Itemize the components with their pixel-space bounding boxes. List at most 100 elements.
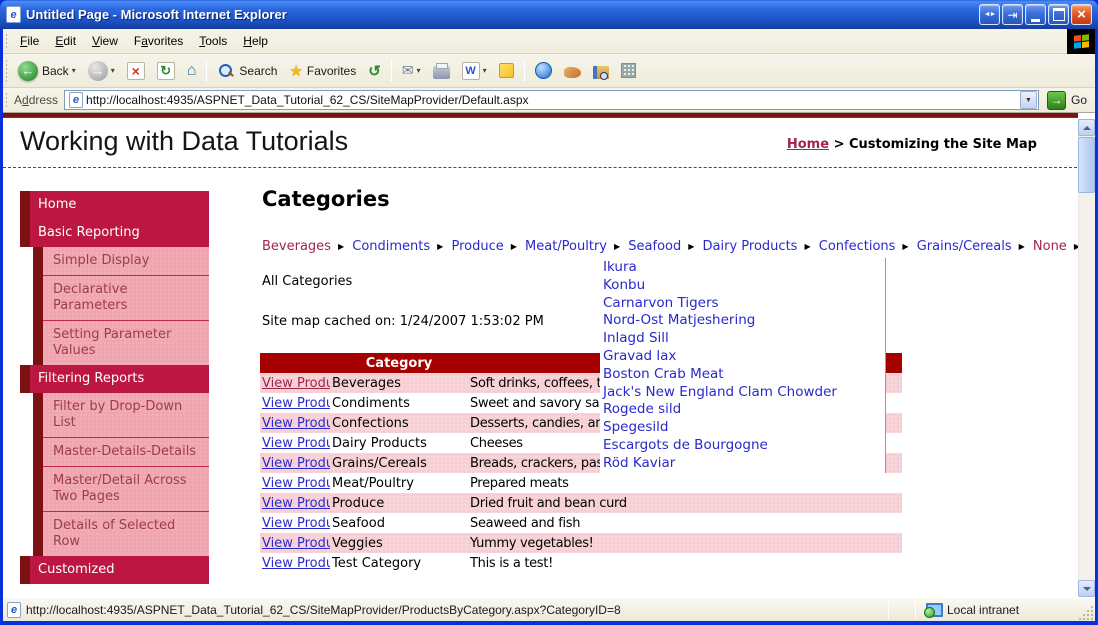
forward-dropdown-icon[interactable]: ▾: [111, 66, 115, 75]
maximize-button[interactable]: [1048, 4, 1069, 25]
minimize-button[interactable]: [1025, 4, 1046, 25]
category-menu-link[interactable]: Seafood: [628, 239, 681, 254]
category-menu-item[interactable]: Beverages: [262, 239, 344, 254]
sidebar-item[interactable]: Simple Display: [33, 247, 209, 275]
scroll-up-button[interactable]: [1078, 119, 1095, 136]
menu-item[interactable]: Edit: [47, 30, 84, 52]
vertical-scrollbar[interactable]: [1078, 119, 1095, 597]
close-button[interactable]: [1071, 4, 1092, 25]
view-products-link[interactable]: View Products: [262, 396, 330, 411]
category-menu-item[interactable]: None: [1033, 239, 1080, 254]
category-menu-link[interactable]: Confections: [819, 239, 896, 254]
messenger-button[interactable]: [530, 59, 557, 82]
category-menu-link[interactable]: Beverages: [262, 239, 331, 254]
scrollbar-thumb[interactable]: [1078, 137, 1095, 193]
print-button[interactable]: [428, 60, 455, 82]
edit-dropdown-icon[interactable]: ▾: [483, 66, 487, 75]
flyout-product-link[interactable]: Boston Crab Meat: [603, 366, 885, 384]
refresh-button[interactable]: [152, 59, 180, 83]
sidebar-item[interactable]: Customized: [20, 556, 209, 584]
menu-item[interactable]: Tools: [191, 30, 235, 52]
flyout-product-link[interactable]: Escargots de Bourgogne: [603, 437, 885, 455]
popout-button[interactable]: [1002, 4, 1023, 25]
view-products-link[interactable]: View Products: [262, 436, 330, 451]
category-menu-link[interactable]: Condiments: [352, 239, 430, 254]
view-products-link[interactable]: View Products: [262, 476, 330, 491]
view-products-link[interactable]: View Products: [262, 496, 330, 511]
stop-button[interactable]: [122, 59, 150, 83]
edit-with-word-button[interactable]: ▾: [457, 59, 492, 83]
research-button[interactable]: [588, 60, 614, 82]
flyout-product-link[interactable]: Konbu: [603, 277, 885, 295]
menu-item[interactable]: View: [84, 30, 126, 52]
search-button[interactable]: Search: [212, 59, 282, 83]
category-menu-item[interactable]: Meat/Poultry: [525, 239, 620, 254]
back-button[interactable]: Back ▾: [13, 58, 81, 84]
category-menu-item[interactable]: Dairy Products: [703, 239, 811, 254]
address-dropdown-button[interactable]: [1019, 91, 1037, 109]
toolbar-grip[interactable]: [5, 91, 8, 109]
menu-item[interactable]: Help: [235, 30, 276, 52]
go-label: Go: [1070, 93, 1087, 107]
category-menu-link[interactable]: Dairy Products: [703, 239, 798, 254]
flyout-product-link[interactable]: Inlagd Sill: [603, 330, 885, 348]
sidebar-item[interactable]: Setting Parameter Values: [33, 320, 209, 365]
toolbar-grip[interactable]: [5, 58, 8, 83]
sidebar-item[interactable]: Declarative Parameters: [33, 275, 209, 320]
flyout-product-link[interactable]: Ikura: [603, 259, 885, 277]
sidebar-item[interactable]: Filter by Drop-Down List: [33, 393, 209, 437]
scroll-down-button[interactable]: [1078, 580, 1095, 597]
category-menu-item[interactable]: Grains/Cereals: [917, 239, 1025, 254]
forward-button[interactable]: ▾: [83, 58, 120, 84]
resize-toggle-button[interactable]: [979, 4, 1000, 25]
go-button[interactable]: [1046, 90, 1066, 110]
view-products-link[interactable]: View Products: [262, 556, 330, 571]
address-input[interactable]: [86, 93, 1020, 107]
view-products-link[interactable]: View Products: [262, 516, 330, 531]
category-cell: Test Category: [332, 555, 422, 571]
view-products-link[interactable]: View Products: [262, 416, 330, 431]
mail-button[interactable]: ▾: [397, 59, 426, 82]
sidebar-item[interactable]: Details of Selected Row: [33, 511, 209, 556]
mail-dropdown-icon[interactable]: ▾: [417, 66, 421, 75]
sidebar-accent-block: [33, 393, 43, 437]
notes-button[interactable]: [494, 60, 519, 81]
breadcrumb-home-link[interactable]: Home: [787, 137, 829, 152]
home-button[interactable]: [182, 59, 202, 83]
flyout-product-link[interactable]: Jack's New England Clam Chowder: [603, 384, 885, 402]
addon-button[interactable]: [616, 60, 641, 81]
menu-item[interactable]: Favorites: [126, 30, 191, 52]
category-menu-link[interactable]: None: [1033, 239, 1067, 254]
flyout-product-link[interactable]: Spegesild: [603, 419, 885, 437]
title-bar[interactable]: Untitled Page - Microsoft Internet Explo…: [0, 0, 1098, 29]
flyout-product-link[interactable]: Nord-Ost Matjeshering: [603, 312, 885, 330]
sidebar-item[interactable]: Master-Details-Details: [33, 437, 209, 466]
category-menu-item[interactable]: Seafood: [628, 239, 694, 254]
resize-grip[interactable]: [1078, 605, 1093, 620]
history-button[interactable]: [363, 59, 386, 83]
category-menu-link[interactable]: Grains/Cereals: [917, 239, 1012, 254]
category-menu-link[interactable]: Produce: [451, 239, 503, 254]
flyout-product-link[interactable]: Carnarvon Tigers: [603, 295, 885, 313]
sidebar-item[interactable]: Master/Detail Across Two Pages: [33, 466, 209, 511]
snagit-button[interactable]: [559, 60, 586, 81]
sidebar-item[interactable]: Filtering Reports: [20, 365, 209, 393]
back-dropdown-icon[interactable]: ▾: [72, 66, 76, 75]
address-box[interactable]: [64, 90, 1039, 110]
sidebar-item-label: Details of Selected Row: [43, 511, 209, 556]
toolbar-grip[interactable]: [5, 32, 8, 50]
menu-item[interactable]: File: [12, 30, 47, 52]
sidebar-item[interactable]: Basic Reporting: [20, 219, 209, 247]
category-menu-item[interactable]: Produce: [451, 239, 516, 254]
flyout-product-link[interactable]: Gravad lax: [603, 348, 885, 366]
view-products-link[interactable]: View Products: [262, 456, 330, 471]
flyout-product-link[interactable]: Rogede sild: [603, 401, 885, 419]
sidebar-item[interactable]: Home: [20, 191, 209, 219]
view-products-link[interactable]: View Products: [262, 536, 330, 551]
favorites-button[interactable]: Favorites: [284, 59, 361, 83]
category-menu-item[interactable]: Condiments: [352, 239, 443, 254]
category-menu-link[interactable]: Meat/Poultry: [525, 239, 607, 254]
flyout-product-link[interactable]: Röd Kaviar: [603, 455, 885, 473]
view-products-link[interactable]: View Products: [262, 376, 330, 391]
category-menu-item[interactable]: Confections: [819, 239, 909, 254]
